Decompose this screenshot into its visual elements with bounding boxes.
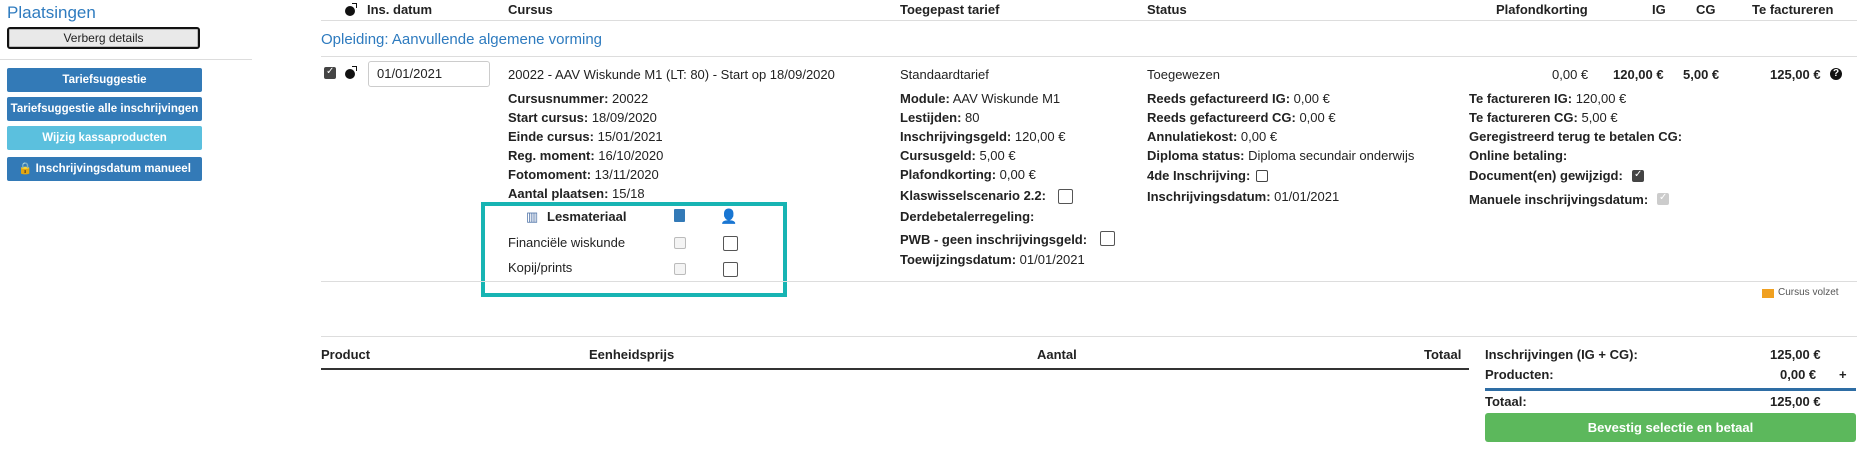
item-book-checkbox [674,237,686,249]
hide-details-button[interactable]: Verberg details [7,27,200,49]
lesmateriaal-item: Kopij/prints [508,260,573,275]
detail-reeds-cg: Reeds gefactureerd CG: 0,00 € [1147,110,1336,125]
factureren-value: 125,00 € [1770,67,1821,82]
help-icon[interactable]: ? [1830,68,1842,80]
add-product-button[interactable]: + [1839,367,1847,382]
document-gewijzigd-checkbox[interactable] [1632,169,1644,182]
opleiding-title: Opleiding: Aanvullende algemene vorming [321,31,603,48]
volzet-legend-swatch [1762,289,1774,298]
detail-start-cursus: Start cursus: 18/09/2020 [508,110,657,125]
detail-4de-inschrijving: 4de Inschrijving: [1147,168,1251,183]
producten-label: Producten: [1485,367,1554,382]
ig-value: 120,00 € [1613,67,1664,82]
detail-cursusgeld: Cursusgeld: 5,00 € [900,148,1016,163]
header-cg: CG [1696,2,1716,17]
section-divider [321,336,1857,337]
detail-aantal-plaatsen: Aantal plaatsen: 15/18 [508,186,645,201]
inschrijvingsdatum-manueel-button[interactable]: 🔒 Inschrijvingsdatum manueel [7,157,202,181]
detail-inschrijvingsgeld: Inschrijvingsgeld: 120,00 € [900,129,1066,144]
book-icon [674,209,685,222]
header-te-factureren: Te factureren [1752,2,1834,17]
opleiding-divider [321,56,1857,57]
detail-online-betaling: Online betaling: [1469,148,1568,163]
detail-derdebetaler: Derdebetalerregeling: [900,209,1035,224]
header-divider [321,20,1857,21]
detail-fact-ig: Te factureren IG: 120,00 € [1469,91,1627,106]
total-divider [1485,388,1856,391]
volzet-legend-label: Cursus volzet [1778,287,1839,298]
header-ins-datum: Ins. datum [367,2,433,17]
pwb-checkbox[interactable] [1100,231,1115,246]
header-ig: IG [1652,2,1666,17]
detail-reg-moment: Reg. moment: 16/10/2020 [508,148,664,163]
header-eenheidsprijs: Eenheidsprijs [589,347,675,362]
header-plafondkorting: Plafondkorting [1496,2,1588,17]
tariff-name: Standaardtarief [900,67,989,82]
lock-icon: 🔒 [18,163,33,175]
course-name: 20022 - AAV Wiskunde M1 (LT: 80) - Start… [508,67,835,82]
plafond-value: 0,00 € [1552,67,1589,82]
producten-value: 0,00 € [1780,367,1817,382]
cg-value: 5,00 € [1683,67,1720,82]
detail-klaswissel: Klaswisselscenario 2.2: [900,188,1046,203]
detail-annulatiekost: Annulatiekost: 0,00 € [1147,129,1278,144]
detail-einde-cursus: Einde cursus: 15/01/2021 [508,129,663,144]
inschrijvingen-label: Inschrijvingen (IG + CG): [1485,347,1638,362]
inschrijvingsdatum-manueel-label: Inschrijvingsdatum manueel [35,163,191,175]
detail-inschrijvingsdatum: Inschrijvingsdatum: 01/01/2021 [1147,189,1340,204]
tariefsuggestie-button[interactable]: Tariefsuggestie [7,68,202,92]
item-user-checkbox[interactable] [723,262,738,277]
products-header-divider [321,368,1469,370]
detail-pwb: PWB - geen inschrijvingsgeld: [900,232,1088,247]
detail-cursusnummer: Cursusnummer: 20022 [508,91,649,106]
detail-document-gewijzigd: Document(en) gewijzigd: [1469,168,1623,183]
books-icon: ▥ [526,209,539,224]
tariefsuggestie-alle-button[interactable]: Tariefsuggestie alle inschrijvingen [7,97,202,121]
detail-plafondkorting: Plafondkorting: 0,00 € [900,167,1036,182]
detail-manuele-datum: Manuele inschrijvingsdatum: [1469,192,1649,207]
row-select-checkbox[interactable] [324,66,336,79]
ins-datum-input[interactable]: 01/01/2021 [368,61,490,87]
header-cursus: Cursus [508,2,553,17]
totaal-value: 125,00 € [1770,394,1821,409]
wijzig-kassaproducten-button[interactable]: Wijzig kassaproducten [7,126,202,150]
header-totaal: Totaal [1424,347,1462,362]
klaswissel-checkbox[interactable] [1058,189,1073,204]
4de-inschrijving-checkbox[interactable] [1256,170,1268,182]
lesmateriaal-item: Financiële wiskunde [508,235,626,250]
detail-fact-cg: Te factureren CG: 5,00 € [1469,110,1618,125]
item-user-checkbox[interactable] [723,236,738,251]
detail-geregistreerd: Geregistreerd terug te betalen CG: [1469,129,1683,144]
bomb-icon [345,66,357,79]
detail-lestijden: Lestijden: 80 [900,110,980,125]
inschrijvingen-value: 125,00 € [1770,347,1821,362]
status-value: Toegewezen [1147,67,1220,82]
item-book-checkbox [674,263,686,275]
manuele-datum-checkbox [1657,192,1669,205]
bomb-icon [345,3,357,16]
header-product: Product [321,347,371,362]
sidebar-title: Plaatsingen [7,3,96,22]
row-divider [321,281,1857,282]
user-check-icon: 👤 [720,208,738,224]
detail-fotomoment: Fotomoment: 13/11/2020 [508,167,659,182]
sidebar-divider [0,59,252,60]
totaal-label: Totaal: [1485,394,1527,409]
detail-diploma-status: Diploma status: Diploma secundair onderw… [1147,148,1415,163]
detail-module: Module: AAV Wiskunde M1 [900,91,1061,106]
header-status: Status [1147,2,1187,17]
confirm-pay-button[interactable]: Bevestig selectie en betaal [1485,413,1856,442]
detail-toewijzingsdatum: Toewijzingsdatum: 01/01/2021 [900,252,1085,267]
header-aantal: Aantal [1037,347,1077,362]
header-tarief: Toegepast tarief [900,2,1000,17]
lesmateriaal-title: Lesmateriaal [547,209,627,224]
detail-reeds-ig: Reeds gefactureerd IG: 0,00 € [1147,91,1330,106]
